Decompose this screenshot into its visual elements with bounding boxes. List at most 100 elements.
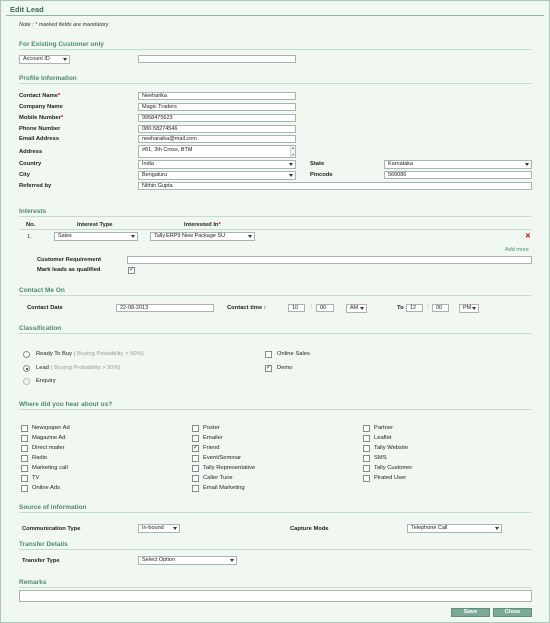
pincode-label: Pincode — [310, 172, 333, 178]
ready-to-buy-text: Ready To Buy — [36, 351, 72, 357]
ready-to-buy-radio[interactable] — [23, 351, 30, 358]
magazine-ad-label: Magazine Ad — [32, 435, 66, 441]
to-ampm-select[interactable]: PM — [459, 304, 479, 313]
online-sales-label: Online Sales — [277, 351, 310, 357]
from-hour-input[interactable]: 10 — [288, 304, 305, 312]
remarks-textarea[interactable] — [19, 590, 532, 602]
interested-in-select[interactable]: Tally.ERP9 New Package SU — [150, 232, 255, 241]
city-label: City — [19, 172, 30, 178]
tv-checkbox[interactable] — [21, 475, 28, 482]
communication-type-select[interactable]: In-bound — [138, 524, 180, 533]
required-star: * — [218, 222, 221, 228]
contact-time-label: Contact time : — [227, 305, 266, 311]
state-select-value: Karnataka — [388, 161, 414, 167]
ready-to-buy-hint: ( Buying Probability > 90%) — [73, 351, 144, 357]
company-name-label: Company Name — [19, 104, 63, 110]
page-title: Edit Lead — [10, 5, 44, 14]
interested-in-value: Tally.ERP9 New Package SU — [154, 233, 226, 239]
note-suffix: marked fields are mandatory — [38, 22, 109, 28]
email-input[interactable]: neeharaika@mail.com — [138, 135, 296, 143]
section-divider — [19, 83, 531, 84]
section-divider — [19, 587, 531, 588]
caller-tune-checkbox[interactable] — [192, 475, 199, 482]
company-name-input[interactable]: Magic Traders — [138, 103, 296, 111]
marketing-call-label: Marketing call — [32, 465, 68, 471]
account-id-select[interactable]: Account ID — [19, 55, 70, 64]
online-sales-checkbox[interactable] — [265, 351, 272, 358]
section-divider — [19, 409, 531, 410]
section-profile: Profile Information — [19, 75, 77, 82]
section-classification: Classification — [19, 325, 62, 332]
section-hear-about: Where did you hear about us? — [19, 401, 113, 408]
to-ampm-value: PM — [463, 305, 472, 311]
title-divider — [6, 15, 544, 16]
poster-checkbox[interactable] — [192, 425, 199, 432]
contact-date-input[interactable]: 22-08-2013 — [116, 304, 214, 312]
phone-number-input[interactable]: 080-58274546 — [138, 125, 296, 133]
section-divider — [19, 333, 531, 334]
pirated-user-checkbox[interactable] — [363, 475, 370, 482]
close-button[interactable]: Close — [493, 608, 532, 617]
online-ads-checkbox[interactable] — [21, 485, 28, 492]
tally-representative-label: Tally Representative — [203, 465, 256, 471]
magazine-ad-checkbox[interactable] — [21, 435, 28, 442]
remove-interest-icon[interactable]: ✕ — [525, 232, 531, 240]
lead-label: Lead ( Buying Probability > 50%) — [36, 365, 121, 371]
demo-checkbox[interactable]: ✓ — [265, 365, 272, 372]
country-select[interactable]: India — [138, 160, 296, 169]
scrollbar[interactable] — [290, 146, 295, 157]
direct-mailer-label: Direct mailer — [32, 445, 65, 451]
direct-mailer-checkbox[interactable] — [21, 445, 28, 452]
mark-qualified-checkbox[interactable]: ✓ — [128, 267, 135, 274]
address-textarea[interactable]: #81, 3th Cross, BTM — [138, 145, 296, 158]
marketing-call-checkbox[interactable] — [21, 465, 28, 472]
enquiry-radio[interactable] — [23, 378, 30, 385]
tally-representative-checkbox[interactable] — [192, 465, 199, 472]
save-button[interactable]: Save — [451, 608, 490, 617]
chevron-down-icon — [63, 58, 67, 61]
to-minute-input[interactable]: 00 — [432, 304, 449, 312]
chevron-down-icon — [495, 527, 499, 530]
from-ampm-select[interactable]: AM — [346, 304, 367, 313]
city-select[interactable]: Bengaluru — [138, 171, 296, 180]
partner-checkbox[interactable] — [363, 425, 370, 432]
section-remarks: Remarks — [19, 579, 47, 586]
interest-type-value: Sales — [58, 233, 72, 239]
leaflet-checkbox[interactable] — [363, 435, 370, 442]
mobile-number-label: Mobile Number* — [19, 115, 63, 121]
to-hour-input[interactable]: 12 — [406, 304, 423, 312]
mobile-number-input[interactable]: 9958475623 — [138, 114, 296, 122]
from-ampm-value: AM — [350, 305, 359, 311]
lead-radio[interactable] — [23, 365, 30, 372]
sms-checkbox[interactable] — [363, 455, 370, 462]
from-minute-input[interactable]: 00 — [316, 304, 334, 312]
transfer-type-select[interactable]: Select Option — [138, 556, 237, 565]
tally-customer-checkbox[interactable] — [363, 465, 370, 472]
newspaper-ad-checkbox[interactable] — [21, 425, 28, 432]
section-existing-customer: For Existing Customer only — [19, 41, 104, 48]
capture-mode-select[interactable]: Telephone Call — [407, 524, 502, 533]
add-more-link[interactable]: Add more — [505, 247, 529, 253]
chevron-down-icon — [230, 559, 234, 562]
emailer-checkbox[interactable] — [192, 435, 199, 442]
state-select[interactable]: Karnataka — [384, 160, 532, 169]
mandatory-note: Note : * marked fields are mandatory — [19, 22, 109, 28]
event-seminar-checkbox[interactable] — [192, 455, 199, 462]
capture-mode-value: Telephone Call — [411, 525, 448, 531]
tally-website-checkbox[interactable] — [363, 445, 370, 452]
radio-checkbox[interactable] — [21, 455, 28, 462]
interest-type-select[interactable]: Sales — [54, 232, 138, 241]
tv-label: TV — [32, 475, 40, 481]
email-marketing-checkbox[interactable] — [192, 485, 199, 492]
friend-checkbox[interactable]: ✓ — [192, 445, 199, 452]
pincode-input[interactable]: 560086 — [384, 171, 532, 179]
account-id-input[interactable] — [138, 55, 296, 63]
interests-header-divider — [19, 229, 531, 230]
contact-date-label: Contact Date — [27, 305, 63, 311]
to-label: To — [397, 305, 404, 311]
section-divider — [19, 512, 531, 513]
customer-requirement-input[interactable] — [127, 256, 532, 264]
phone-number-label: Phone Number — [19, 126, 61, 132]
contact-name-input[interactable]: Neeharika — [138, 92, 296, 100]
referred-by-input[interactable]: Nithin Gupta — [138, 182, 532, 190]
